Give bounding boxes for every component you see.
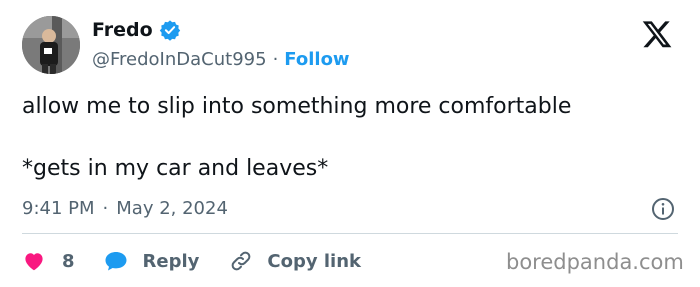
reply-label: Reply — [142, 250, 200, 272]
tweet-timestamp[interactable]: 9:41 PM · May 2, 2024 — [22, 198, 228, 219]
timestamp-separator: · — [102, 198, 109, 219]
author-handle[interactable]: @FredoInDaCut995 — [92, 49, 267, 70]
heart-icon — [25, 253, 43, 271]
divider — [22, 233, 678, 234]
reply-bubble-icon — [105, 252, 127, 271]
copy-link-label: Copy link — [267, 250, 361, 272]
tweet-card: Fredo @FredoInDaCut995 · Follow allow me… — [0, 0, 700, 287]
like-button[interactable]: 8 — [22, 249, 75, 273]
tweet-text-line-2: *gets in my car and leaves* — [22, 156, 329, 181]
author-handle-row: @FredoInDaCut995 · Follow — [92, 49, 350, 70]
watermark-text: boredpanda.com — [506, 250, 684, 274]
author-name-row: Fredo — [92, 19, 181, 41]
like-count: 8 — [62, 250, 75, 272]
author-display-name[interactable]: Fredo — [92, 19, 153, 41]
avatar-image — [22, 16, 80, 74]
follow-button[interactable]: Follow — [284, 49, 349, 70]
tweet-date: May 2, 2024 — [116, 198, 228, 219]
action-bar: 8 Reply Copy link — [22, 246, 361, 276]
info-icon[interactable] — [651, 197, 675, 221]
copy-link-button[interactable]: Copy link — [229, 249, 361, 273]
tweet-text-line-1: allow me to slip into something more com… — [22, 94, 572, 119]
link-icon — [232, 251, 251, 271]
verified-badge-icon — [159, 20, 180, 41]
avatar[interactable] — [22, 16, 80, 74]
tweet-time: 9:41 PM — [22, 198, 95, 219]
handle-separator: · — [272, 49, 279, 70]
x-logo-icon[interactable] — [640, 18, 674, 50]
reply-button[interactable]: Reply — [103, 249, 200, 273]
